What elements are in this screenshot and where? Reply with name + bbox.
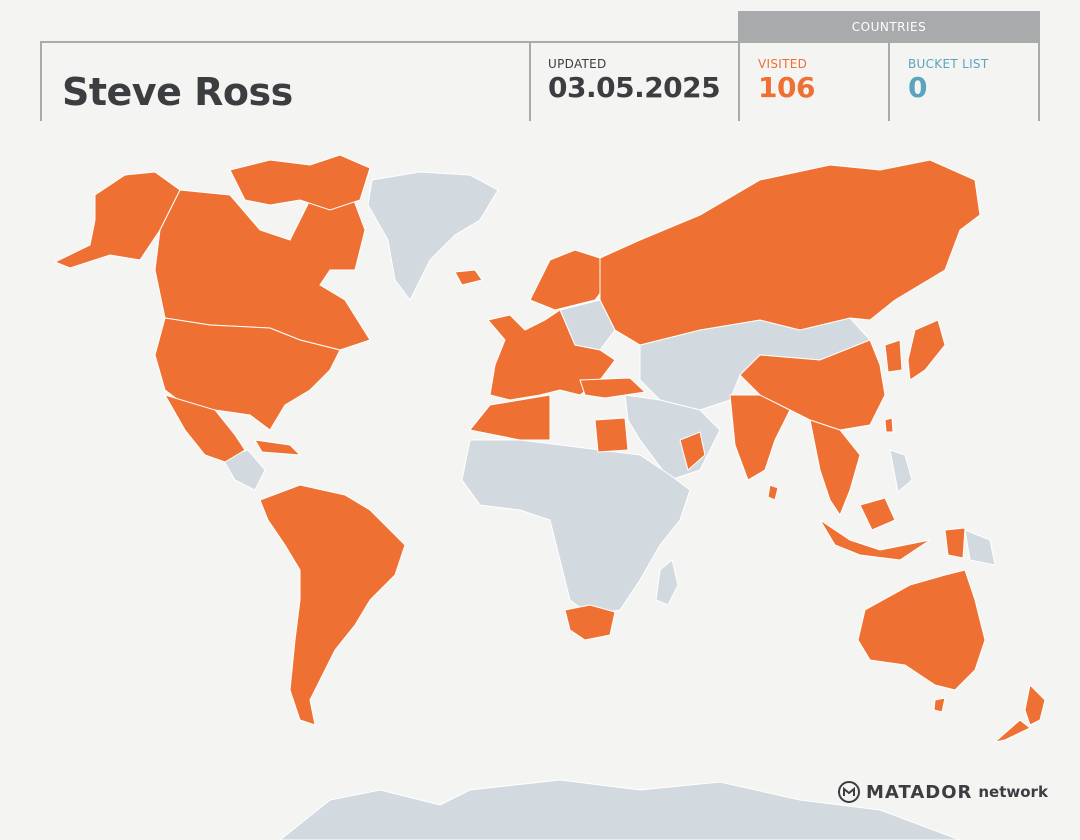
country-philippines xyxy=(889,449,913,493)
country-korea xyxy=(884,339,903,373)
country-india xyxy=(729,394,791,481)
brand-suffix: network xyxy=(978,783,1048,801)
updated-label: UPDATED xyxy=(548,57,607,71)
country-russia xyxy=(599,159,981,346)
visited-count: 106 xyxy=(758,71,815,104)
country-cuba xyxy=(254,439,302,456)
country-madagascar xyxy=(655,559,679,606)
region-south-america xyxy=(259,484,406,726)
country-egypt xyxy=(594,417,629,453)
region-north-africa xyxy=(469,394,551,441)
visited-label: VISITED xyxy=(758,57,808,71)
updated-date: 03.05.2025 xyxy=(548,71,721,104)
traveler-name: Steve Ross xyxy=(62,70,293,114)
country-png-west xyxy=(944,527,966,559)
header-divider xyxy=(529,41,531,121)
header: Steve Ross UPDATED 03.05.2025 COUNTRIES … xyxy=(0,0,1080,125)
region-southeast-asia xyxy=(809,419,861,517)
brand-name: MATADOR xyxy=(866,781,973,803)
country-south-africa xyxy=(564,604,616,641)
matador-logo-icon xyxy=(838,781,860,803)
countries-header: COUNTRIES xyxy=(738,11,1040,43)
country-australia xyxy=(857,569,986,691)
country-new-zealand xyxy=(1024,683,1046,726)
canada-arctic-islands xyxy=(229,154,371,211)
header-divider xyxy=(40,41,42,121)
country-borneo xyxy=(859,497,896,531)
country-new-zealand-south xyxy=(993,719,1031,743)
country-sri-lanka xyxy=(767,484,779,501)
brand-logo[interactable]: MATADOR network xyxy=(838,781,1048,803)
region-africa xyxy=(461,439,691,616)
bucket-list-count: 0 xyxy=(908,71,927,104)
bucket-list-label: BUCKET LIST xyxy=(908,57,989,71)
country-iceland xyxy=(454,269,483,286)
region-papua xyxy=(964,529,996,566)
country-japan xyxy=(907,319,946,381)
country-turkey xyxy=(579,377,647,399)
country-tasmania xyxy=(933,697,946,713)
country-taiwan xyxy=(884,417,894,433)
header-divider xyxy=(888,43,890,121)
world-map xyxy=(53,154,1046,840)
header-top-rule xyxy=(40,41,738,43)
